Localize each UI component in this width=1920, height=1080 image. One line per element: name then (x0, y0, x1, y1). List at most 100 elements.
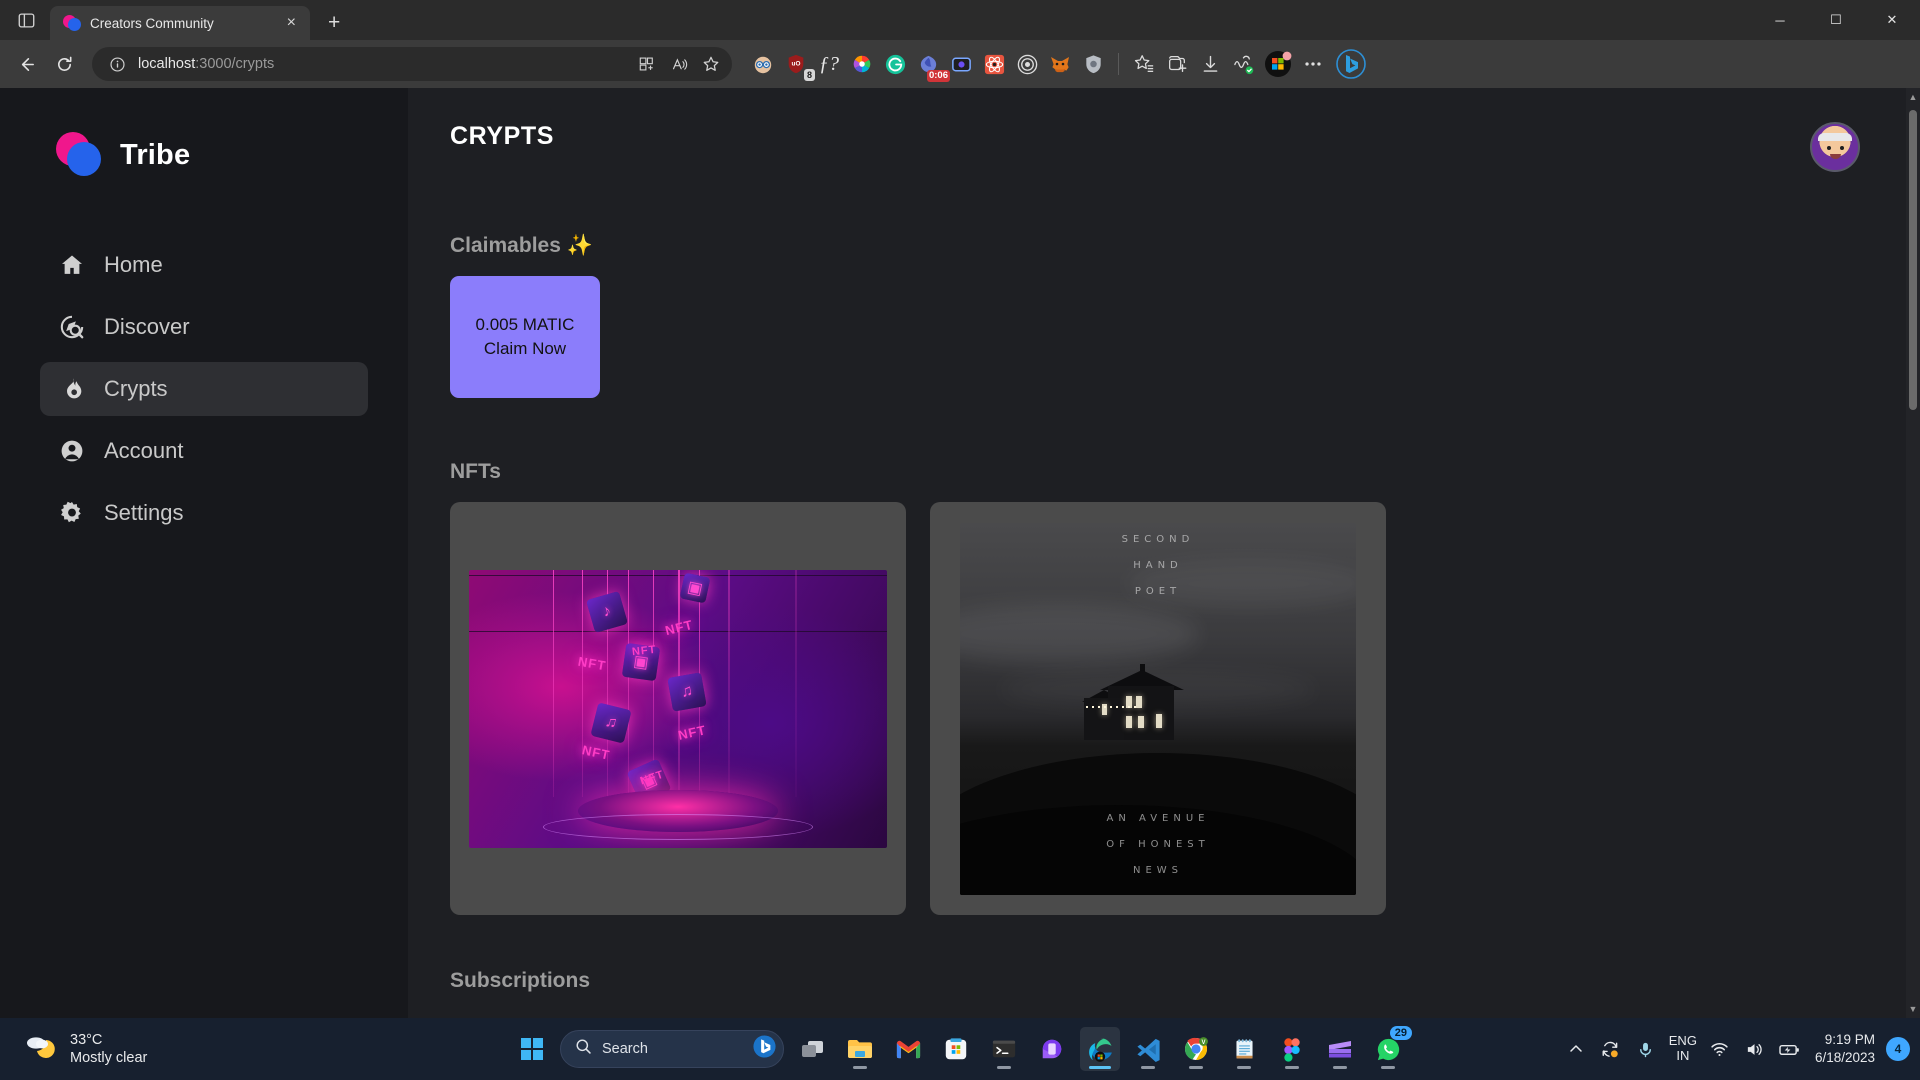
scrollbar-thumb[interactable] (1909, 110, 1917, 410)
microsoft-edge-icon[interactable] (1080, 1027, 1120, 1071)
weather-condition: Mostly clear (70, 1050, 148, 1066)
maximize-button[interactable]: ☐ (1808, 0, 1864, 40)
video-editor-icon[interactable] (1320, 1027, 1360, 1071)
page-title: CRYPTS (450, 122, 555, 150)
gmail-icon[interactable] (888, 1027, 928, 1071)
taskbar-center: Search V 29 (512, 1026, 1412, 1071)
album-text-line-3: POET (1134, 585, 1182, 597)
claim-card[interactable]: 0.005 MATIC Claim Now (450, 276, 600, 398)
clock[interactable]: 9:19 PM 6/18/2023 (1815, 1031, 1875, 1066)
info-circle-icon[interactable] (106, 53, 128, 75)
nft-card[interactable]: ♪ ▣ ▣ ♫ ♫ ▣ NFT NFT NFT NFT NFT NFT (450, 502, 906, 915)
bing-chat-icon[interactable] (752, 1034, 777, 1064)
onedrive-sync-icon[interactable] (1599, 1037, 1623, 1061)
svg-text:uO: uO (792, 60, 801, 67)
weather-widget[interactable]: 33°C Mostly clear (10, 1031, 147, 1067)
tab-strip: Creators Community × + ─ ☐ ✕ (0, 0, 1920, 40)
metamask-icon[interactable] (1045, 49, 1075, 79)
address-bar[interactable]: localhost:3000/crypts (92, 47, 732, 81)
screen-recorder-icon[interactable]: 0:06 (913, 49, 950, 82)
sidebar-nav: Home Discover Crypts Account Settings (0, 238, 408, 540)
notification-badge[interactable]: 4 (1886, 1037, 1910, 1061)
microphone-icon[interactable] (1634, 1037, 1658, 1061)
sidebar-item-settings[interactable]: Settings (40, 486, 368, 540)
house-illustration (1080, 663, 1188, 740)
nft-card[interactable]: SECOND HAND POET AN AVENUE OF HONEST NEW… (930, 502, 1386, 915)
copilot-bing-icon[interactable] (1331, 44, 1371, 84)
target-icon[interactable] (1012, 49, 1042, 79)
scroll-up-arrow[interactable]: ▲ (1906, 92, 1920, 102)
brand[interactable]: Tribe (0, 122, 408, 188)
figma-icon[interactable] (1272, 1027, 1312, 1071)
google-chrome-icon[interactable]: V (1176, 1027, 1216, 1071)
shield-privacy-icon[interactable] (1078, 49, 1108, 79)
wifi-icon[interactable] (1708, 1037, 1732, 1061)
whatsapp-icon[interactable]: 29 (1368, 1026, 1412, 1071)
loom-icon[interactable] (946, 49, 976, 79)
phone-link-icon[interactable] (1032, 1027, 1072, 1071)
scroll-down-arrow[interactable]: ▼ (1906, 1004, 1920, 1014)
browser-tab[interactable]: Creators Community × (50, 6, 310, 40)
read-aloud-icon[interactable] (664, 49, 694, 79)
microsoft-store-icon[interactable] (936, 1027, 976, 1071)
settings-more-icon[interactable] (1298, 49, 1328, 79)
browser-essentials-icon[interactable] (1228, 49, 1258, 79)
back-icon[interactable] (8, 46, 44, 82)
fonts-ninja-icon[interactable]: ƒ? (814, 49, 844, 79)
close-window-button[interactable]: ✕ (1864, 0, 1920, 40)
sidebar-item-label: Settings (104, 500, 184, 525)
star-icon[interactable] (696, 49, 726, 79)
close-icon[interactable]: × (283, 13, 300, 33)
collections-favorites-icon[interactable] (1129, 49, 1159, 79)
sidebar-item-label: Account (104, 438, 184, 463)
window-controls: ─ ☐ ✕ (1752, 0, 1920, 40)
sidebar-item-label: Discover (104, 314, 190, 339)
battery-charging-icon[interactable] (1778, 1037, 1802, 1061)
search-input[interactable]: Search (560, 1030, 784, 1068)
home-icon (58, 251, 86, 279)
ublock-origin-icon[interactable]: uO 8 (781, 49, 815, 81)
windows-start-icon[interactable] (512, 1029, 552, 1069)
sidebar-item-account[interactable]: Account (40, 424, 368, 478)
speaker-icon[interactable] (1743, 1037, 1767, 1061)
page-scrollbar[interactable]: ▲ ▼ (1906, 88, 1920, 1018)
file-explorer-icon[interactable] (840, 1027, 880, 1071)
color-picker-icon[interactable] (847, 49, 877, 79)
search-icon (575, 1038, 592, 1060)
minimize-button[interactable]: ─ (1752, 0, 1808, 40)
album-text-line-5: OF HONEST (1106, 838, 1210, 850)
task-view-icon[interactable] (792, 1027, 832, 1071)
collections-icon[interactable] (1162, 49, 1192, 79)
vs-code-icon[interactable] (1128, 1027, 1168, 1071)
reload-icon[interactable] (46, 46, 82, 82)
nfts-label: NFTs (450, 460, 501, 483)
sidebar-item-discover[interactable]: Discover (40, 300, 368, 354)
neon-nft-cubes-artwork: ♪ ▣ ▣ ♫ ♫ ▣ NFT NFT NFT NFT NFT NFT (469, 569, 887, 848)
grammarly-icon[interactable] (880, 49, 910, 79)
split-screen-icon[interactable] (632, 49, 662, 79)
chevron-up-icon[interactable] (1564, 1037, 1588, 1061)
terminal-icon[interactable] (984, 1027, 1024, 1071)
browser-window: Creators Community × + ─ ☐ ✕ localhost:3… (0, 0, 1920, 1080)
ublock-privacy-icon[interactable] (748, 49, 778, 79)
sidebar-item-crypts[interactable]: Crypts (40, 362, 368, 416)
tribe-logo-icon (56, 132, 102, 178)
sidebar-item-home[interactable]: Home (40, 238, 368, 292)
tab-actions-icon[interactable] (6, 0, 46, 40)
avatar[interactable] (1810, 122, 1860, 172)
page-header: CRYPTS (450, 122, 1920, 172)
account-circle-icon (58, 437, 86, 465)
microsoft-rewards-icon[interactable] (1261, 47, 1295, 81)
tab-title: Creators Community (90, 15, 214, 31)
react-devtools-icon[interactable] (979, 49, 1009, 79)
downloads-icon[interactable] (1195, 49, 1225, 79)
album-text-line-1: SECOND (1121, 533, 1195, 545)
page-viewport: Tribe Home Discover Crypts Account Setti… (0, 88, 1920, 1018)
search-placeholder: Search (602, 1041, 648, 1057)
url-host: localhost (138, 56, 196, 72)
notepad-icon[interactable] (1224, 1027, 1264, 1071)
gear-icon (58, 499, 86, 527)
language-indicator[interactable]: ENG IN (1669, 1033, 1697, 1064)
new-tab-button[interactable]: + (320, 11, 348, 35)
claim-now-button[interactable]: Claim Now (484, 339, 566, 359)
